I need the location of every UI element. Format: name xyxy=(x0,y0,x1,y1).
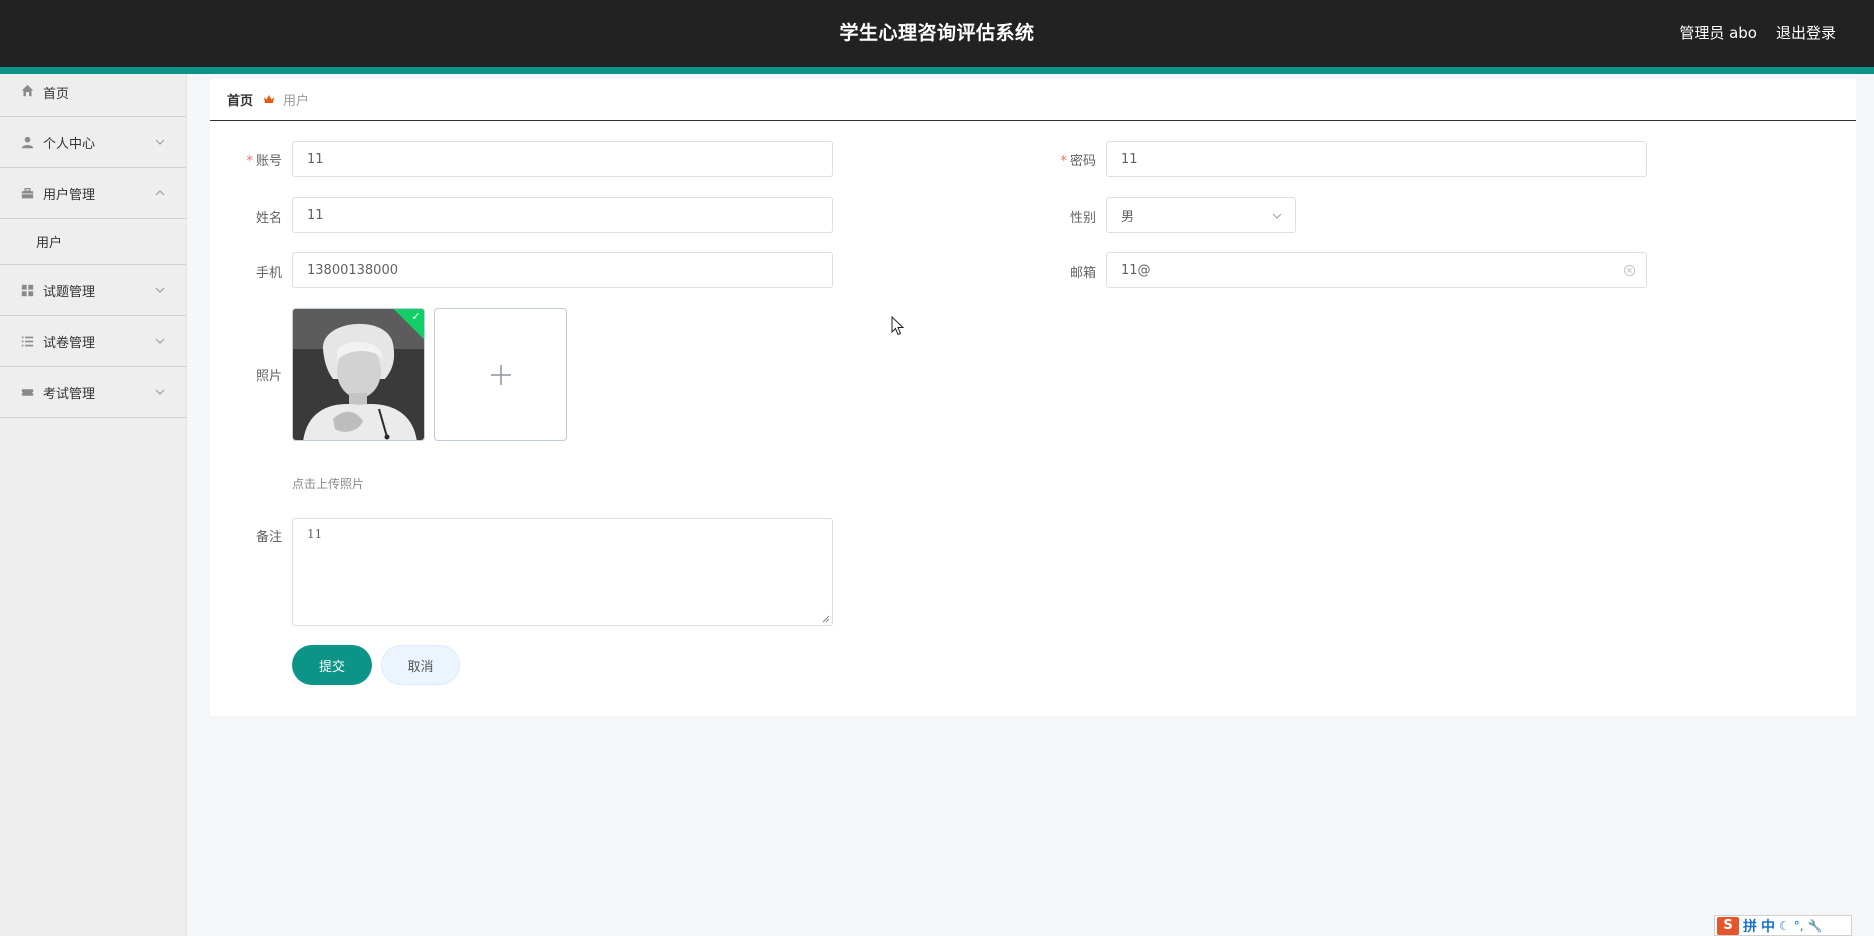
remark-label: 备注 xyxy=(255,530,282,545)
sidebar-item-label: 个人中心 xyxy=(43,136,96,152)
sidebar-item-label: 试卷管理 xyxy=(43,335,96,351)
check-icon: ✓ xyxy=(411,309,421,323)
cancel-button[interactable]: 取消 xyxy=(381,645,460,685)
ime-toolbar[interactable]: S 拼 中 ☾ °, 🔧 xyxy=(1714,915,1852,936)
sidebar-item-profile[interactable]: 个人中心 xyxy=(0,117,186,168)
ticket-icon xyxy=(20,385,34,399)
upload-tip: 点击上传照片 xyxy=(292,477,365,491)
app-title: 学生心理咨询评估系统 xyxy=(839,22,1035,44)
grid-icon xyxy=(20,283,34,297)
chevron-down-icon xyxy=(154,386,166,398)
logout-link[interactable]: 退出登录 xyxy=(1776,22,1836,43)
chevron-down-icon xyxy=(154,284,166,296)
sidebar-subitem-user[interactable]: 用户 xyxy=(0,219,186,265)
sidebar-item-label: 首页 xyxy=(43,87,70,102)
user-icon xyxy=(20,135,34,149)
sidebar-item-home[interactable]: 首页 xyxy=(0,74,186,117)
sidebar-item-exam-management[interactable]: 考试管理 xyxy=(0,367,186,418)
plus-icon xyxy=(490,364,511,385)
gender-select[interactable]: 男 xyxy=(1106,197,1296,233)
ime-chinese-mode[interactable]: 中 xyxy=(1761,916,1775,936)
sidebar-item-label: 考试管理 xyxy=(43,386,96,402)
phone-input[interactable]: 13800138000 xyxy=(292,252,833,288)
email-label: 邮箱 xyxy=(1069,266,1096,281)
current-user-label: 管理员 abo xyxy=(1679,24,1757,42)
breadcrumb-home[interactable]: 首页 xyxy=(227,90,253,109)
phone-label: 手机 xyxy=(255,266,282,281)
uploaded-photo-thumbnail[interactable]: ✓ xyxy=(292,308,425,441)
resize-handle-icon[interactable] xyxy=(822,615,830,623)
breadcrumb-current: 用户 xyxy=(283,93,310,109)
chevron-down-icon xyxy=(1271,210,1283,222)
briefcase-icon xyxy=(20,186,34,200)
remark-value: 11 xyxy=(307,527,323,541)
punctuation-icon[interactable]: °, xyxy=(1794,919,1804,933)
account-label: * 账号 xyxy=(246,154,282,169)
crown-icon xyxy=(263,93,275,105)
sidebar-item-label: 试题管理 xyxy=(43,284,96,300)
breadcrumb: 首页 用户 xyxy=(210,78,1856,121)
email-input-value: 11@ xyxy=(1121,262,1151,278)
sidebar-item-label: 用户管理 xyxy=(43,187,96,203)
required-marker: * xyxy=(1060,154,1067,169)
top-header: 学生心理咨询评估系统 管理员 abo 退出登录 xyxy=(0,0,1874,67)
mouse-cursor-icon xyxy=(891,316,905,336)
email-input[interactable]: 11@ xyxy=(1106,252,1647,288)
remark-textarea[interactable]: 11 xyxy=(292,518,833,626)
chevron-down-icon xyxy=(154,335,166,347)
sidebar-item-user-management[interactable]: 用户管理 xyxy=(0,168,186,219)
sidebar: 首页 个人中心 用户管理 用户 试题管理 试卷管理 考试管理 xyxy=(0,74,187,936)
photo-upload-button[interactable] xyxy=(434,308,567,441)
name-input[interactable]: 11 xyxy=(292,197,833,233)
wrench-icon[interactable]: 🔧 xyxy=(1808,919,1823,933)
account-input[interactable]: 11 xyxy=(292,141,833,177)
ime-pinyin-mode[interactable]: 拼 xyxy=(1743,916,1757,936)
photo-label: 照片 xyxy=(255,369,282,384)
home-icon xyxy=(20,83,34,97)
sidebar-item-paper-management[interactable]: 试卷管理 xyxy=(0,316,186,367)
required-marker: * xyxy=(246,154,253,169)
submit-button[interactable]: 提交 xyxy=(292,645,372,685)
gender-select-value: 男 xyxy=(1121,209,1135,225)
main-panel: 首页 用户 * 账号 11 * 密码 11 姓名 11 性别 男 手机 138001… xyxy=(210,78,1856,716)
name-label: 姓名 xyxy=(255,211,282,226)
list-icon xyxy=(20,334,34,348)
moon-icon[interactable]: ☾ xyxy=(1779,919,1790,933)
clear-circle-icon[interactable] xyxy=(1623,264,1636,277)
password-label: * 密码 xyxy=(1060,154,1096,169)
password-input[interactable]: 11 xyxy=(1106,141,1647,177)
chevron-down-icon xyxy=(154,136,166,148)
header-accent-bar xyxy=(0,67,1874,74)
sidebar-item-question-management[interactable]: 试题管理 xyxy=(0,265,186,316)
sogou-logo-icon: S xyxy=(1717,916,1739,935)
sidebar-subitem-label: 用户 xyxy=(36,236,63,251)
gender-label: 性别 xyxy=(1069,211,1096,226)
portrait-photo xyxy=(293,309,424,440)
chevron-up-icon xyxy=(154,187,166,199)
